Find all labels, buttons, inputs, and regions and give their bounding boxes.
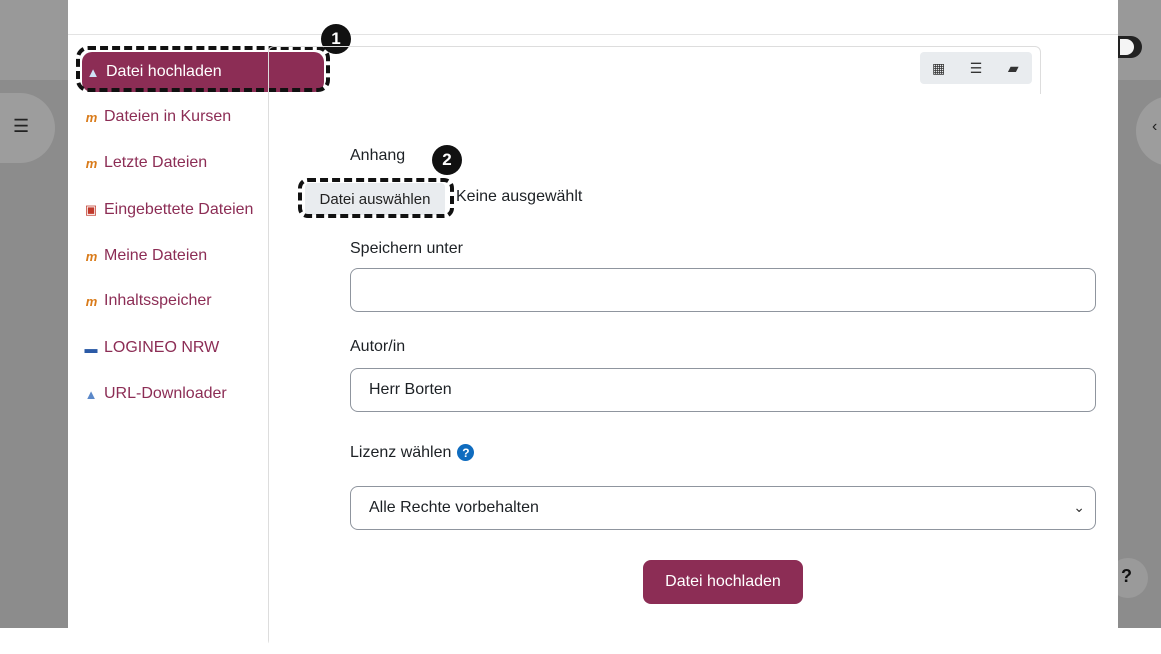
sidebar-item-label: Datei hochladen bbox=[106, 63, 222, 80]
question-icon: ? bbox=[1121, 566, 1132, 586]
sidebar-item-label: Meine Dateien bbox=[104, 247, 208, 264]
view-switcher: ▦ ☰ ▰ bbox=[920, 52, 1032, 84]
upload-icon: ▲ bbox=[86, 64, 100, 80]
folder-view-icon[interactable]: ▰ bbox=[995, 52, 1032, 84]
sidebar-item-label: Eingebettete Dateien bbox=[104, 201, 254, 218]
chevron-down-icon: ⌄ bbox=[1073, 499, 1085, 515]
choose-file-button[interactable]: Datei auswählen bbox=[305, 183, 445, 215]
sidebar-item-label: Letzte Dateien bbox=[104, 154, 208, 171]
author-input[interactable]: Herr Borten bbox=[350, 368, 1096, 412]
save-as-label: Speichern unter bbox=[350, 240, 463, 257]
moodle-icon: m bbox=[85, 248, 98, 264]
computer-icon: ▬ bbox=[84, 340, 98, 356]
dialog-header-divider bbox=[68, 34, 1118, 35]
sidebar-item-label: Inhaltsspeicher bbox=[104, 292, 212, 309]
no-file-selected-text: Keine ausgewählt bbox=[456, 188, 583, 205]
grid-view-icon[interactable]: ▦ bbox=[920, 52, 957, 84]
sidebar-item-label: URL-Downloader bbox=[104, 385, 227, 402]
moodle-icon: m bbox=[85, 155, 98, 171]
url-download-icon: ▲ bbox=[84, 386, 98, 402]
license-label: Lizenz wählen bbox=[350, 444, 452, 461]
help-icon[interactable]: ? bbox=[457, 444, 475, 462]
license-select[interactable]: Alle Rechte vorbehalten ⌄ bbox=[350, 486, 1096, 530]
license-label-row: Lizenz wählen? bbox=[350, 444, 475, 462]
save-as-input[interactable] bbox=[350, 268, 1096, 312]
moodle-icon: m bbox=[85, 109, 98, 125]
sidebar-item-label: LOGINEO NRW bbox=[104, 339, 220, 356]
embedded-file-icon: ▣ bbox=[84, 202, 98, 217]
author-label: Autor/in bbox=[350, 338, 406, 355]
sidebar-item-label: Dateien in Kursen bbox=[104, 108, 232, 125]
background-toggle-icon bbox=[1118, 36, 1142, 58]
background-right bbox=[1118, 0, 1161, 628]
license-selected-value: Alle Rechte vorbehalten bbox=[369, 499, 539, 516]
upload-file-button[interactable]: Datei hochladen bbox=[643, 560, 803, 604]
chevron-left-icon: ‹ bbox=[1152, 118, 1158, 135]
moodle-icon: m bbox=[85, 293, 98, 309]
list-icon: ☰ bbox=[13, 116, 30, 136]
step-badge-2: 2 bbox=[432, 145, 462, 175]
attachment-label: Anhang bbox=[350, 147, 406, 164]
list-view-icon[interactable]: ☰ bbox=[957, 52, 994, 84]
